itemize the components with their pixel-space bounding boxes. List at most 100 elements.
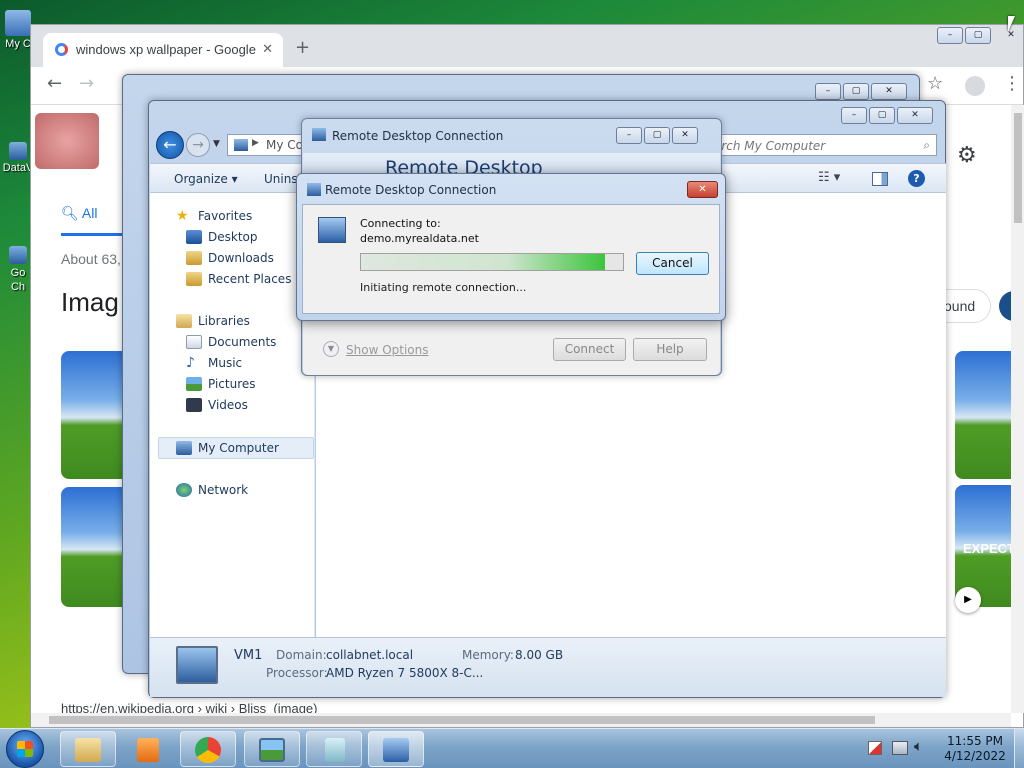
volume-icon[interactable]: 🔈︎ — [914, 737, 923, 755]
star-icon: ★ — [176, 208, 189, 224]
rdc-app-icon — [312, 128, 326, 141]
maximize-button[interactable]: ▢ — [869, 107, 895, 124]
nav-music[interactable]: ♪ Music — [186, 354, 242, 372]
taskbar-notepad-button[interactable] — [306, 731, 362, 767]
back-button[interactable]: ← — [156, 131, 184, 159]
back-arrow-icon[interactable]: ← — [47, 73, 62, 94]
image-thumbnail[interactable] — [61, 351, 131, 479]
scrollbar-thumb[interactable] — [49, 716, 875, 724]
network-icon[interactable] — [892, 741, 908, 755]
show-options-link[interactable]: Show Options — [346, 343, 429, 357]
horizontal-scrollbar[interactable] — [31, 713, 1011, 727]
forward-arrow-icon[interactable]: → — [79, 73, 94, 94]
remote-desktop-monitor-icon — [318, 217, 346, 243]
preview-pane-icon[interactable] — [872, 172, 888, 186]
tab-close-icon[interactable]: ✕ — [262, 41, 273, 57]
nav-label: Videos — [208, 398, 248, 412]
nav-desktop[interactable]: Desktop — [186, 228, 258, 246]
scrollbar-thumb[interactable] — [1014, 113, 1022, 223]
nav-label: Pictures — [208, 377, 256, 391]
shortcut-icon — [9, 246, 27, 264]
close-button[interactable]: ✕ — [672, 127, 698, 144]
thumbnail-caption: EXPECT — [963, 541, 1016, 556]
view-options-icon[interactable]: ☷ ▾ — [818, 170, 840, 185]
nav-favorites[interactable]: ★ Favorites — [176, 207, 252, 225]
nav-network[interactable]: Network — [176, 481, 248, 499]
chrome-tab[interactable]: windows xp wallpaper - Google ✕ — [43, 33, 283, 67]
rdc-connecting-dialog: Remote Desktop Connection ✕ Connecting t… — [296, 173, 726, 321]
vertical-scrollbar[interactable] — [1011, 105, 1024, 713]
carousel-next-button[interactable]: ▶ — [955, 587, 981, 613]
progress-fill — [361, 254, 605, 270]
start-button[interactable] — [6, 730, 44, 768]
nav-my-computer[interactable]: My Computer — [176, 439, 279, 457]
computer-icon — [5, 10, 31, 36]
clock[interactable]: 11:55 PM 4/12/2022 — [940, 734, 1010, 764]
taskbar-media-player-button[interactable] — [120, 731, 176, 767]
result-count: About 63, — [61, 251, 121, 267]
uninstall-button[interactable]: Unins — [264, 172, 298, 186]
nav-pictures[interactable]: Pictures — [186, 375, 256, 393]
detail-memory-label: Memory: — [462, 648, 514, 662]
profile-avatar[interactable] — [965, 76, 985, 96]
pictures-icon — [186, 377, 202, 391]
maximize-button[interactable]: ▢ — [644, 127, 670, 144]
remote-desktop-icon — [383, 738, 409, 762]
action-center-flag-icon[interactable] — [868, 741, 882, 755]
search-tab-all[interactable]: 🔍︎ All — [61, 205, 97, 222]
desktop-icon — [186, 230, 202, 244]
google-doodle[interactable] — [35, 113, 99, 169]
show-options-chevron-icon[interactable]: ▼ — [323, 341, 339, 357]
close-button[interactable]: ✕ — [897, 107, 933, 124]
maximize-button[interactable]: ▢ — [843, 83, 869, 100]
details-pane: VM1 Domain: collabnet.local Memory: 8.00… — [150, 637, 946, 697]
nav-videos[interactable]: Videos — [186, 396, 248, 414]
chrome-menu-icon[interactable]: ⋮ — [1003, 73, 1021, 94]
taskbar: 🔈︎ 11:55 PM 4/12/2022 — [0, 728, 1024, 768]
taskbar-explorer-button[interactable] — [60, 731, 116, 767]
rdc-main-title: Remote Desktop Connection — [332, 129, 504, 143]
minimize-button[interactable]: – — [937, 27, 963, 44]
forward-button[interactable]: → — [186, 133, 210, 157]
minimize-button[interactable]: – — [841, 107, 867, 124]
taskbar-photo-viewer-button[interactable] — [244, 731, 300, 767]
organize-button[interactable]: Organize ▾ — [174, 172, 238, 186]
recent-pages-dropdown-icon[interactable]: ▼ — [213, 139, 220, 149]
bookmark-star-icon[interactable]: ☆ — [927, 73, 943, 94]
help-icon[interactable]: ? — [908, 170, 925, 187]
search-input[interactable]: arch My Computer ⌕ — [705, 134, 937, 156]
connect-button[interactable]: Connect — [553, 338, 626, 361]
filter-chip-label: ound — [944, 298, 976, 314]
nav-label: Downloads — [208, 251, 274, 265]
search-placeholder: arch My Computer — [714, 139, 826, 153]
status-text: Initiating remote connection... — [360, 281, 527, 294]
taskbar-chrome-button[interactable] — [180, 731, 236, 767]
nav-downloads[interactable]: Downloads — [186, 249, 274, 267]
maximize-button[interactable]: ▢ — [965, 27, 991, 44]
nav-label: Desktop — [208, 230, 258, 244]
taskbar-rdc-button[interactable] — [368, 731, 424, 767]
nav-documents[interactable]: Documents — [186, 333, 276, 351]
nav-label: Libraries — [198, 314, 250, 328]
settings-gear-icon[interactable]: ⚙ — [957, 143, 977, 168]
close-button[interactable]: ✕ — [871, 83, 907, 100]
image-thumbnail[interactable] — [61, 487, 131, 607]
music-note-icon: ♪ — [186, 355, 195, 371]
minimize-button[interactable]: – — [616, 127, 642, 144]
help-button[interactable]: Help — [633, 338, 707, 361]
notepad-icon — [325, 738, 345, 762]
minimize-button[interactable]: – — [815, 83, 841, 100]
nav-libraries[interactable]: Libraries — [176, 312, 250, 330]
nav-recent-places[interactable]: Recent Places — [186, 270, 291, 288]
address-text: My Co — [266, 138, 303, 152]
clock-date: 4/12/2022 — [944, 749, 1006, 763]
new-tab-button[interactable]: + — [295, 37, 310, 58]
shortcut-icon — [9, 142, 27, 160]
close-button[interactable]: ✕ — [687, 181, 718, 198]
navigation-pane: ★ Favorites Desktop Downloads Recent Plac… — [150, 193, 315, 637]
recent-places-icon — [186, 272, 202, 286]
cancel-button[interactable]: Cancel — [636, 252, 709, 275]
detail-domain-label: Domain: — [276, 648, 327, 662]
show-desktop-button[interactable] — [1014, 729, 1024, 768]
google-favicon-icon — [55, 43, 68, 56]
